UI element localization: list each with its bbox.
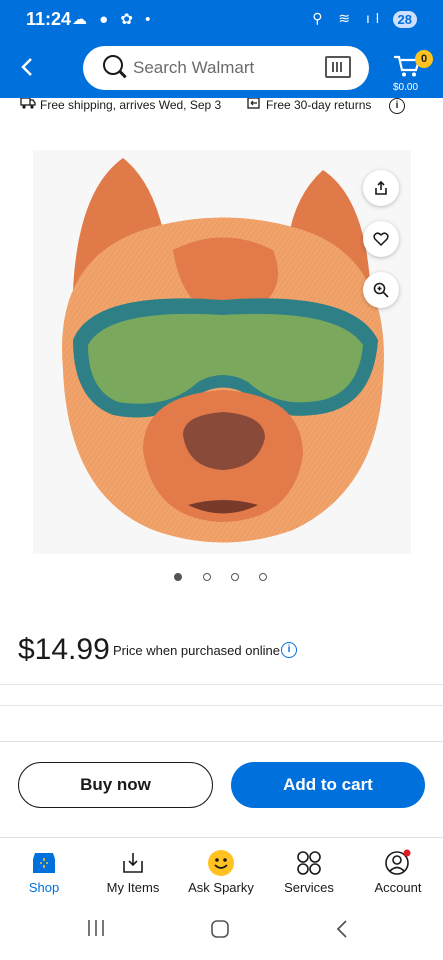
dog-toy-illustration — [62, 158, 384, 543]
battery-indicator: 28 — [392, 11, 417, 28]
carousel-dot[interactable] — [203, 573, 211, 581]
notification-icons: ☁ ● ✿ • — [72, 11, 155, 28]
tab-label: Ask Sparky — [188, 880, 254, 895]
shipping-info-strip: Free shipping, arrives Wed, Sep 3 Free 3… — [0, 98, 443, 120]
tab-services[interactable]: Services — [269, 848, 349, 895]
tab-account[interactable]: Account — [358, 848, 438, 895]
chevron-left-icon — [21, 58, 32, 76]
cart-count-badge: 0 — [415, 50, 433, 68]
purchase-actions: Buy now Add to cart — [0, 741, 443, 838]
bottom-tab-bar: Shop My Items Ask Sparky Services Accoun… — [0, 837, 443, 902]
search-bar[interactable]: Search Walmart — [83, 46, 369, 90]
status-time: 11:24 — [26, 9, 72, 29]
home-icon — [211, 920, 229, 938]
share-icon — [375, 180, 387, 195]
search-placeholder: Search Walmart — [133, 58, 255, 77]
buy-now-button[interactable]: Buy now — [18, 762, 213, 808]
heart-icon — [373, 232, 389, 246]
price-note: Price when purchased online — [113, 643, 280, 658]
services-icon — [297, 851, 321, 875]
app-header: Search Walmart 0 $0.00 — [0, 40, 443, 98]
price-info-icon[interactable]: i — [281, 642, 297, 658]
free-returns-text: Free 30-day returns — [266, 98, 372, 112]
barcode-scan-icon[interactable] — [325, 56, 351, 78]
carousel-dot[interactable] — [231, 573, 239, 581]
cart-button[interactable]: 0 $0.00 — [393, 50, 433, 94]
zoom-button[interactable] — [363, 272, 399, 308]
recents-icon — [88, 920, 104, 936]
return-icon — [246, 98, 262, 113]
search-icon — [103, 55, 123, 75]
tab-label: My Items — [106, 880, 160, 895]
carousel-dot[interactable] — [174, 573, 182, 581]
divider — [0, 705, 443, 706]
free-shipping-text: Free shipping, arrives Wed, Sep 3 — [40, 98, 222, 112]
product-image[interactable] — [33, 150, 411, 554]
share-button[interactable] — [363, 170, 399, 206]
tab-shop[interactable]: Shop — [4, 848, 84, 895]
status-bar: 11:24 ☁ ● ✿ • ⚲ ≋ ıl 28 — [0, 0, 443, 40]
home-button[interactable] — [210, 919, 230, 945]
tab-label: Account — [374, 880, 422, 895]
sparky-icon — [208, 850, 234, 876]
system-nav-bar — [0, 901, 443, 960]
recent-apps-button[interactable] — [86, 919, 106, 943]
tab-ask-sparky[interactable]: Ask Sparky — [181, 848, 261, 895]
favorite-button[interactable] — [363, 221, 399, 257]
cart-total: $0.00 — [393, 82, 419, 93]
system-icons: ⚲ ≋ ıl — [312, 10, 385, 26]
carousel-dot[interactable] — [259, 573, 267, 581]
back-icon — [336, 920, 347, 938]
system-back-button[interactable] — [335, 919, 349, 945]
zoom-in-icon — [373, 282, 389, 298]
account-icon — [385, 849, 411, 875]
back-button[interactable] — [20, 54, 34, 85]
add-to-cart-button[interactable]: Add to cart — [231, 762, 425, 808]
truck-icon — [20, 98, 36, 113]
product-price: $14.99 — [18, 633, 110, 666]
tab-label: Shop — [28, 880, 60, 895]
tab-label: Services — [284, 880, 334, 895]
tab-my-items[interactable]: My Items — [93, 848, 173, 895]
my-items-icon — [123, 853, 143, 873]
shop-icon — [33, 853, 55, 873]
divider — [0, 684, 443, 685]
info-icon[interactable]: i — [389, 98, 405, 114]
